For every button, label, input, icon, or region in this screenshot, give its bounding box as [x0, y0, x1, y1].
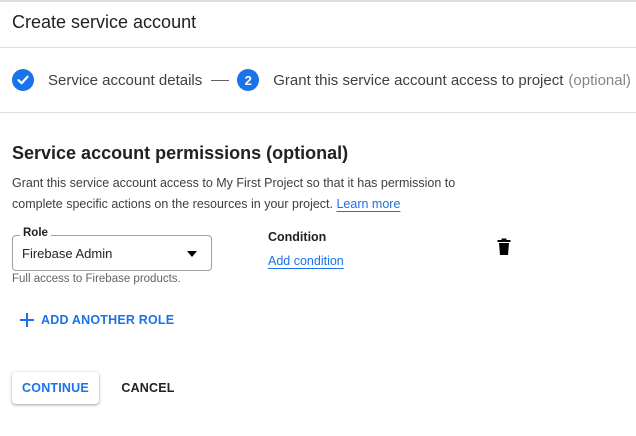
- continue-button[interactable]: CONTINUE: [12, 372, 99, 404]
- section-title: Service account permissions (optional): [12, 143, 349, 163]
- add-another-role-button[interactable]: ADD ANOTHER ROLE: [20, 309, 174, 331]
- page-title: Create service account: [12, 12, 197, 32]
- step-2-optional: (optional): [568, 71, 631, 89]
- learn-more-link[interactable]: Learn more: [336, 197, 400, 211]
- role-helper-text: Full access to Firebase products.: [12, 273, 181, 285]
- role-select[interactable]: Role Firebase Admin: [12, 227, 212, 271]
- step-separator: [211, 79, 230, 81]
- add-condition-link[interactable]: Add condition: [268, 254, 344, 268]
- header-divider: [0, 47, 636, 48]
- step-1-label[interactable]: Service account details: [48, 72, 202, 89]
- step-2-label: Grant this service account access to pro…: [273, 71, 564, 89]
- delete-icon[interactable]: [496, 238, 512, 256]
- cancel-button[interactable]: CANCEL: [112, 372, 184, 404]
- step-complete-check-icon: [12, 69, 34, 91]
- plus-icon: [20, 313, 34, 327]
- section-description: Grant this service account access to My …: [12, 173, 492, 215]
- dropdown-arrow-icon: [187, 251, 197, 257]
- stepper: Service account details 2 Grant this ser…: [12, 68, 631, 92]
- condition-label: Condition: [268, 230, 327, 244]
- role-value: Firebase Admin: [22, 246, 113, 261]
- add-another-role-label: ADD ANOTHER ROLE: [41, 313, 175, 327]
- stepper-divider: [0, 112, 636, 113]
- top-border: [0, 0, 636, 2]
- step-2-number: 2: [237, 69, 260, 91]
- role-label: Role: [20, 227, 51, 239]
